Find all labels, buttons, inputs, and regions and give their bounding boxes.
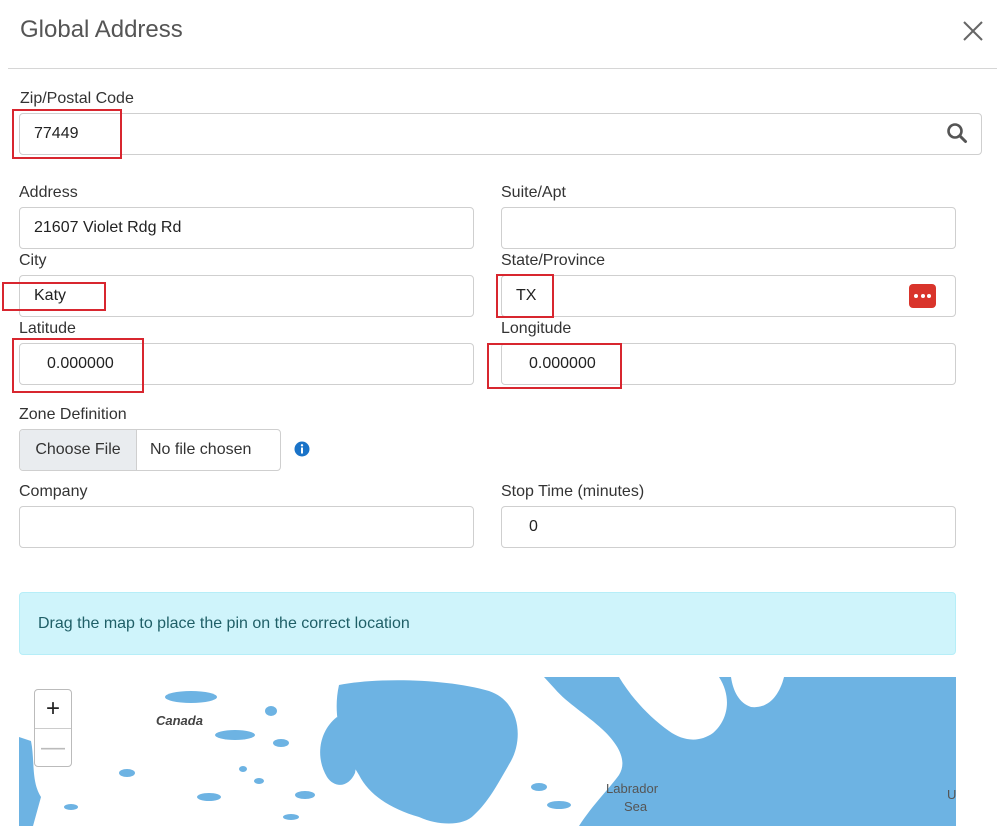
zoom-out-button[interactable]: — <box>35 728 71 766</box>
suite-input[interactable] <box>501 207 956 249</box>
close-icon[interactable] <box>960 18 986 44</box>
stop-time-label: Stop Time (minutes) <box>501 483 645 500</box>
more-dots-icon[interactable] <box>909 284 936 308</box>
map-label-labrador: Labrador <box>606 781 659 796</box>
stop-time-input[interactable] <box>501 506 956 548</box>
zone-file-input[interactable]: Choose File No file chosen <box>19 429 281 471</box>
map-zoom-control: + — <box>34 689 72 767</box>
zone-label: Zone Definition <box>19 406 127 423</box>
suite-label: Suite/Apt <box>501 184 566 201</box>
address-label: Address <box>19 184 78 201</box>
map-label-canada: Canada <box>156 713 203 728</box>
map-label-edge: U <box>947 787 956 802</box>
header-divider <box>8 68 997 69</box>
longitude-input[interactable] <box>501 343 956 385</box>
address-input[interactable] <box>19 207 474 249</box>
state-input[interactable] <box>501 275 956 317</box>
info-icon[interactable] <box>294 441 310 457</box>
dialog-title: Global Address <box>20 16 183 43</box>
choose-file-button[interactable]: Choose File <box>20 430 137 470</box>
map-view[interactable]: Canada Labrador Sea U <box>19 677 956 826</box>
search-icon[interactable] <box>946 122 968 144</box>
latitude-input[interactable] <box>19 343 474 385</box>
state-label: State/Province <box>501 252 606 269</box>
zip-label: Zip/Postal Code <box>20 90 134 107</box>
city-label: City <box>19 252 47 269</box>
file-status: No file chosen <box>150 441 252 458</box>
map-tiles <box>19 677 956 826</box>
map-label-sea: Sea <box>624 799 648 814</box>
city-input[interactable] <box>19 275 474 317</box>
zoom-in-button[interactable]: + <box>35 690 71 728</box>
company-input[interactable] <box>19 506 474 548</box>
company-label: Company <box>19 483 88 500</box>
zip-input[interactable] <box>19 113 982 155</box>
map-instruction-alert: Drag the map to place the pin on the cor… <box>19 592 956 655</box>
longitude-label: Longitude <box>501 320 572 337</box>
latitude-label: Latitude <box>19 320 76 337</box>
dialog-header: Global Address <box>0 0 997 69</box>
